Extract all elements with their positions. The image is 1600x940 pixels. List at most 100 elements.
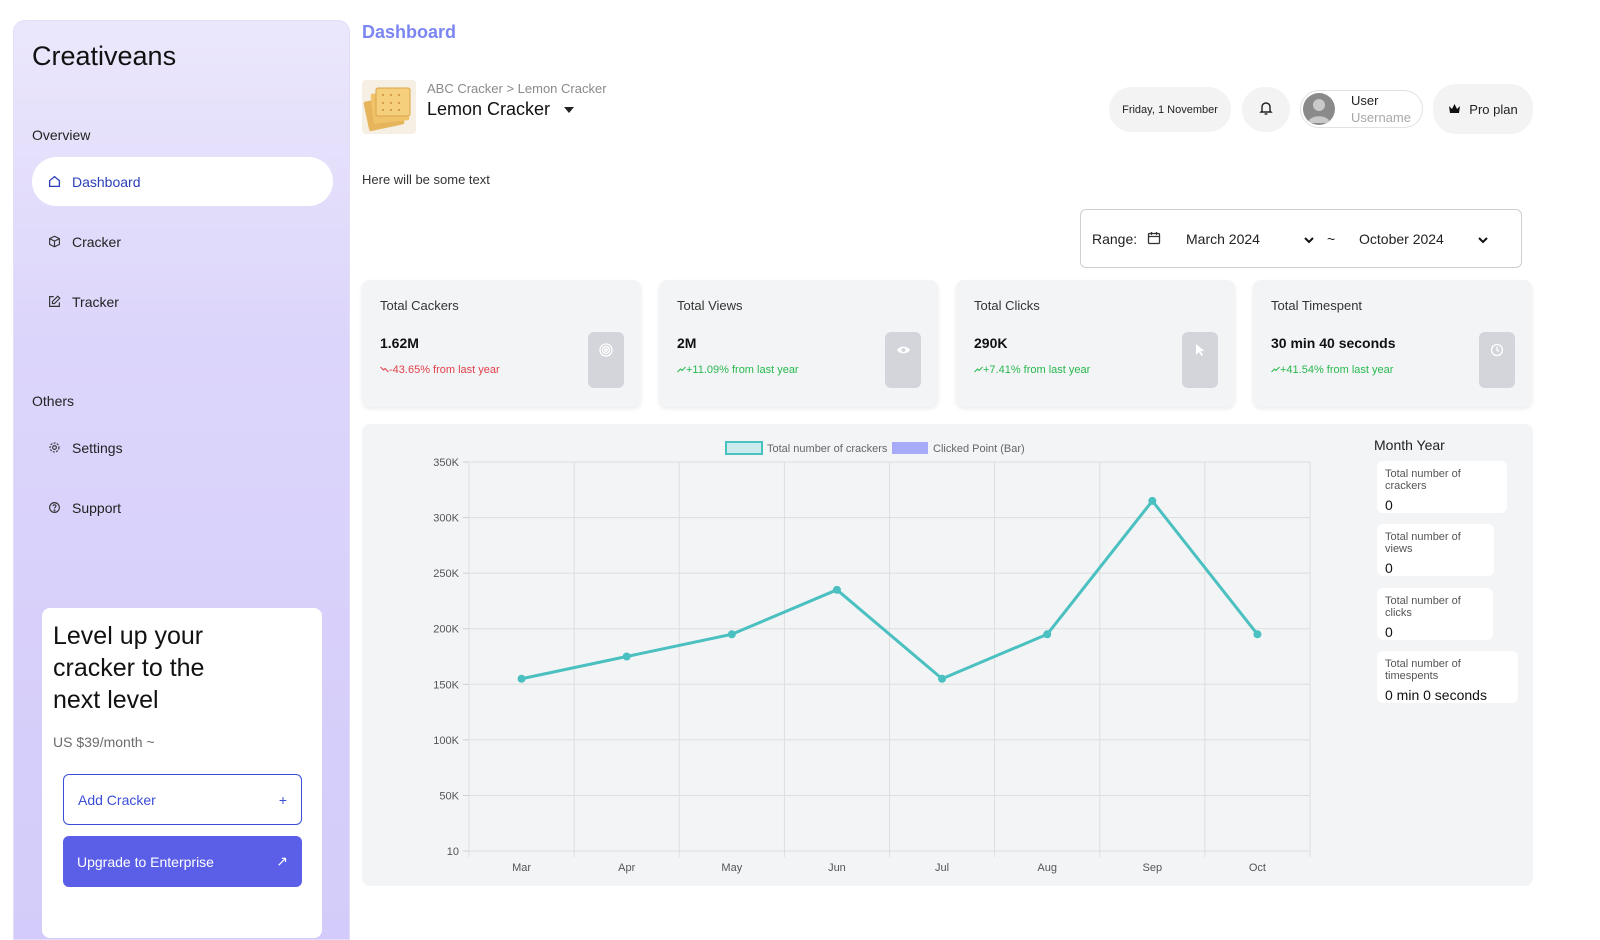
sidebar-item-label: Settings [72, 439, 123, 456]
x-tick-label: Sep [1143, 862, 1163, 874]
arrow-up-right-icon: ↗ [276, 853, 288, 869]
month-card-value: 0 [1385, 624, 1393, 640]
add-cracker-button[interactable]: Add Cracker + [63, 774, 302, 825]
y-tick-label: 10 [447, 846, 459, 858]
home-icon [46, 174, 62, 190]
month-year-title: Month Year [1374, 437, 1445, 453]
edit-icon [46, 294, 62, 310]
add-cracker-label: Add Cracker [78, 791, 156, 808]
upgrade-promo-card: Level up your cracker to the next level … [42, 608, 322, 938]
caret-down-icon [564, 106, 575, 113]
plus-icon: + [278, 791, 287, 808]
trend-up-icon [974, 364, 983, 376]
stat-title: Total Views [677, 298, 743, 313]
month-card-label: Total number of clicks [1385, 595, 1461, 619]
chevron-down-icon[interactable] [1303, 233, 1315, 249]
stat-title: Total Timespent [1271, 298, 1363, 313]
data-point [1043, 630, 1052, 639]
calendar-icon [1147, 231, 1161, 248]
stat-title: Total Clicks [974, 298, 1040, 313]
month-card-clicks: Total number of clicks 0 [1377, 588, 1493, 640]
stat-change: -43.65% from last year [380, 364, 500, 376]
chart-panel: 10 50K 100K 150K 200K 250K 300K 350K Mar Apr May Ju… [362, 424, 1533, 886]
date-range-picker: Range: March 2024 ~ October 2024 [1080, 209, 1522, 268]
month-card-views: Total number of views 0 [1377, 524, 1494, 576]
sidebar-item-dashboard[interactable]: Dashboard [32, 157, 333, 206]
range-label: Range: [1092, 230, 1138, 247]
date-text: Friday, 1 November [1122, 103, 1218, 116]
bell-icon [1258, 100, 1274, 119]
user-name: User [1351, 93, 1379, 108]
crown-icon [1448, 103, 1461, 115]
pro-plan-button[interactable]: Pro plan [1433, 84, 1533, 134]
month-card-label: Total number of timespents [1385, 658, 1461, 682]
y-tick-label: 200K [433, 624, 459, 636]
data-point [938, 674, 947, 683]
intro-text: Here will be some text [362, 172, 490, 187]
breadcrumb: ABC Cracker > Lemon Cracker [427, 81, 607, 96]
page-title: Dashboard [362, 22, 457, 42]
data-point [1148, 496, 1157, 505]
legend-swatch-crackers [725, 441, 763, 455]
promo-title: Level up your cracker to the next level [53, 622, 205, 714]
sidebar-item-cracker[interactable]: Cracker [32, 217, 333, 266]
data-point [832, 585, 841, 594]
month-card-label: Total number of views [1385, 531, 1461, 555]
product-thumbnail [362, 80, 416, 134]
x-tick-label: Oct [1249, 862, 1266, 874]
cursor-icon [1182, 332, 1218, 388]
sidebar-item-support[interactable]: Support [32, 483, 333, 532]
range-to-select[interactable]: October 2024 [1359, 231, 1444, 247]
sidebar-item-tracker[interactable]: Tracker [32, 277, 333, 326]
sidebar-item-settings[interactable]: Settings [32, 423, 333, 472]
range-separator: ~ [1327, 230, 1336, 247]
promo-price: US $39/month ~ [53, 734, 155, 750]
month-card-label: Total number of crackers [1385, 468, 1461, 492]
stat-change: +7.41% from last year [974, 364, 1090, 376]
line-chart[interactable]: 10 50K 100K 150K 200K 250K 300K 350K Mar Apr May Ju… [362, 424, 1362, 886]
sidebar-item-label: Support [72, 499, 122, 516]
month-card-timespents: Total number of timespents 0 min 0 secon… [1377, 651, 1518, 703]
stat-title: Total Cackers [380, 298, 459, 313]
y-tick-label: 350K [433, 457, 459, 469]
x-tick-label: Aug [1037, 862, 1057, 874]
y-tick-label: 300K [433, 513, 459, 525]
stat-card-timespent: Total Timespent 30 min 40 seconds +41.54… [1253, 280, 1532, 407]
sidebar-item-label: Cracker [72, 233, 122, 250]
data-point [727, 630, 736, 639]
sidebar-item-label: Tracker [72, 293, 119, 310]
data-point [517, 674, 526, 683]
gear-icon [46, 440, 62, 456]
avatar [1303, 93, 1335, 125]
user-menu[interactable]: User Username [1300, 90, 1423, 128]
stat-value: 1.62M [380, 335, 419, 351]
y-tick-label: 150K [433, 679, 459, 691]
sidebar-item-label: Dashboard [72, 173, 141, 190]
y-tick-label: 50K [439, 790, 459, 802]
range-from-select[interactable]: March 2024 [1186, 231, 1260, 247]
legend-label-clicked: Clicked Point (Bar) [933, 443, 1025, 455]
chevron-down-icon[interactable] [1477, 233, 1489, 249]
target-icon [588, 332, 624, 388]
stat-change: +11.09% from last year [677, 364, 799, 376]
upgrade-enterprise-button[interactable]: Upgrade to Enterprise ↗ [63, 836, 302, 887]
stat-card-views: Total Views 2M +11.09% from last year [659, 280, 938, 407]
clock-icon [1479, 332, 1515, 388]
x-tick-label: Jun [828, 862, 846, 874]
data-point [622, 652, 631, 661]
trend-up-icon [1271, 364, 1280, 376]
month-card-value: 0 [1385, 560, 1393, 576]
x-tick-label: Jul [935, 862, 949, 874]
data-point [1253, 630, 1262, 639]
section-title-overview: Overview [32, 127, 91, 143]
app-logo: Creativeans [32, 41, 177, 71]
x-tick-label: May [721, 862, 742, 874]
product-name: Lemon Cracker [427, 99, 551, 119]
product-selector[interactable]: Lemon Cracker [427, 99, 575, 120]
upgrade-label: Upgrade to Enterprise [77, 853, 214, 870]
stat-change: +41.54% from last year [1271, 364, 1393, 376]
notifications-button[interactable] [1242, 87, 1290, 132]
sidebar: Creativeans Overview Dashboard Cracker T… [13, 20, 350, 940]
stat-card-crackers: Total Cackers 1.62M -43.65% from last ye… [362, 280, 641, 407]
legend-swatch-clicked [892, 442, 928, 454]
